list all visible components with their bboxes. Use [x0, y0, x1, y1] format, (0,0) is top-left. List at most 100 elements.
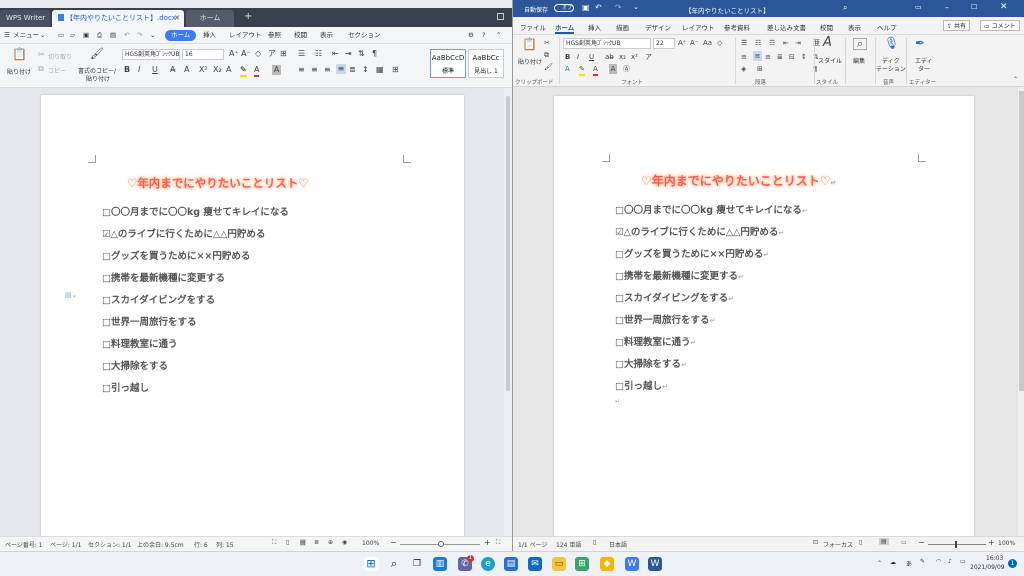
zoom-out-icon[interactable]: −: [918, 538, 925, 547]
align-left-icon[interactable]: ≡: [741, 52, 747, 62]
font-name-select[interactable]: HGS創英角ｺﾞｼｯｸUB: [563, 38, 651, 49]
widgets-icon[interactable]: ▥: [433, 557, 447, 571]
menu-tab-layout[interactable]: レイアウト: [682, 22, 715, 32]
underline-icon[interactable]: U: [589, 52, 594, 62]
zoom-slider-thumb[interactable]: [955, 541, 957, 548]
redo-icon[interactable]: ↷: [615, 3, 622, 12]
print-layout-icon[interactable]: ▤: [879, 538, 889, 545]
emphasis-icon[interactable]: A: [184, 65, 189, 75]
sort-icon[interactable]: ⇅: [358, 49, 365, 59]
task-view-icon[interactable]: ❐: [410, 557, 424, 571]
status-page[interactable]: 1/1 ページ: [518, 540, 547, 549]
italic-icon[interactable]: I: [577, 52, 579, 62]
format-painter-label-2[interactable]: 貼り付け: [86, 74, 110, 83]
word-document-page[interactable]: ♡年内までにやりたいことリスト♡↵ □〇〇月までに〇〇kg 痩せてキレイになる↵…: [554, 96, 974, 541]
outline-view-icon[interactable]: ≣: [314, 539, 319, 546]
microphone-icon[interactable]: 🎙: [884, 37, 899, 49]
new-tab-button[interactable]: +: [244, 11, 252, 22]
font-size-select[interactable]: 16: [182, 49, 224, 60]
close-tab-icon[interactable]: ✕: [174, 10, 180, 27]
grow-font-icon[interactable]: A⁺: [229, 49, 239, 59]
copy-label[interactable]: コピー: [48, 66, 66, 75]
wps-vertical-scrollbar[interactable]: [504, 88, 512, 536]
bullets-icon[interactable]: ☰: [741, 38, 747, 48]
text-effect-icon[interactable]: A: [226, 65, 231, 75]
window-restore-icon[interactable]: [497, 13, 504, 20]
distribute-icon[interactable]: ⊟: [789, 52, 795, 62]
paste-label[interactable]: 貼り付け: [518, 57, 542, 66]
edit-icon[interactable]: ⌕: [853, 38, 867, 50]
char-shading-icon[interactable]: A: [272, 65, 281, 75]
start-icon[interactable]: ⊞: [364, 557, 378, 571]
style-heading-1[interactable]: AaBbCc 見出し 1: [468, 49, 504, 78]
tray-chevron-icon[interactable]: ⌃: [877, 560, 882, 567]
borders-icon[interactable]: ⊞: [392, 65, 399, 75]
fit-page-icon[interactable]: ⛶: [496, 539, 500, 547]
cut-label[interactable]: 切り取り: [48, 52, 72, 61]
menu-tab-draw[interactable]: 描画: [616, 22, 629, 32]
numbering-icon[interactable]: ☷: [315, 49, 322, 59]
ime-indicator[interactable]: あ: [906, 559, 912, 568]
zoom-in-icon[interactable]: +: [484, 538, 491, 547]
maximize-icon[interactable]: ☐: [971, 3, 977, 11]
wps-taskbar-icon[interactable]: W: [625, 557, 639, 571]
save-icon[interactable]: ▣: [83, 30, 89, 41]
menu-icon[interactable]: ☰: [4, 30, 10, 41]
wps-menu-button[interactable]: メニュー: [13, 30, 39, 41]
paragraph-handle-icon[interactable]: ▤⌄: [65, 291, 77, 299]
status-language[interactable]: 日本語: [609, 540, 627, 549]
format-painter-icon[interactable]: 🖌: [544, 62, 553, 72]
focus-mode[interactable]: フォーカス: [823, 540, 853, 549]
menu-tab-home[interactable]: ホーム: [555, 22, 575, 34]
justify-icon[interactable]: ≣: [777, 52, 783, 62]
word-taskbar-icon[interactable]: W: [648, 557, 662, 571]
clear-format-icon[interactable]: ◇: [717, 38, 722, 48]
wps-zoom-slider[interactable]: [400, 541, 480, 547]
settings-icon[interactable]: ⚙: [468, 30, 474, 41]
menu-tab-design[interactable]: デザイン: [645, 22, 671, 32]
redo-icon[interactable]: ↷: [137, 30, 142, 41]
notification-badge[interactable]: 1: [1008, 559, 1017, 568]
numbering-icon[interactable]: ☷: [755, 38, 761, 48]
print-preview-icon[interactable]: ▤: [110, 30, 116, 41]
menu-tab-help[interactable]: ヘルプ: [877, 22, 897, 32]
help-icon[interactable]: ?: [482, 30, 485, 41]
mail-icon[interactable]: ✉: [528, 557, 542, 571]
proofing-icon[interactable]: ▯: [593, 539, 596, 546]
copy-icon[interactable]: ⧉: [544, 50, 549, 60]
shrink-font-icon[interactable]: A⁻: [690, 38, 698, 48]
zoom-slider-thumb[interactable]: [438, 541, 444, 547]
dictate-label-2[interactable]: テーション: [876, 64, 906, 73]
battery-icon[interactable]: ▭: [960, 558, 966, 565]
line-spacing-icon[interactable]: ↕: [801, 52, 807, 62]
web-layout-icon[interactable]: ▭: [901, 539, 907, 546]
char-shading-icon[interactable]: A: [609, 64, 617, 74]
copy-icon[interactable]: ⧉: [38, 64, 44, 74]
shading-icon[interactable]: ◈: [741, 64, 746, 74]
cut-icon[interactable]: ✂: [38, 50, 45, 60]
clock-date[interactable]: 2021/09/09: [970, 564, 1005, 571]
distribute-icon[interactable]: ≣: [349, 65, 356, 75]
calculator-icon[interactable]: ⊞: [575, 557, 589, 571]
align-center-icon[interactable]: ≡: [753, 51, 762, 61]
store-icon[interactable]: ▤: [504, 557, 518, 571]
wps-app-tab[interactable]: WPS Writer: [0, 10, 50, 27]
explorer-icon[interactable]: ▭: [552, 557, 566, 571]
menu-tab-insert[interactable]: 挿入: [203, 30, 216, 41]
paste-icon[interactable]: 📋: [12, 48, 27, 60]
font-dialog-icon[interactable]: ⊞: [280, 49, 287, 59]
show-marks-icon[interactable]: ¶: [372, 49, 377, 59]
highlight-icon[interactable]: ✎: [579, 64, 585, 76]
cut-icon[interactable]: ✂: [544, 38, 550, 48]
align-right-icon[interactable]: ≡: [324, 65, 331, 75]
menu-tab-insert[interactable]: 挿入: [588, 22, 601, 32]
eye-protection-icon[interactable]: ◉: [342, 539, 347, 546]
undo-icon[interactable]: ↶: [124, 30, 129, 41]
focus-icon[interactable]: ⊡: [813, 539, 818, 546]
word-vertical-scrollbar[interactable]: [1018, 87, 1024, 536]
wps-zoom-level[interactable]: 100%: [362, 540, 379, 547]
styles-icon[interactable]: A: [823, 36, 832, 49]
folder-icon[interactable]: ▱: [70, 30, 75, 41]
print-icon[interactable]: ⎙: [97, 30, 102, 41]
share-button[interactable]: ⇪ 共有: [943, 20, 970, 31]
